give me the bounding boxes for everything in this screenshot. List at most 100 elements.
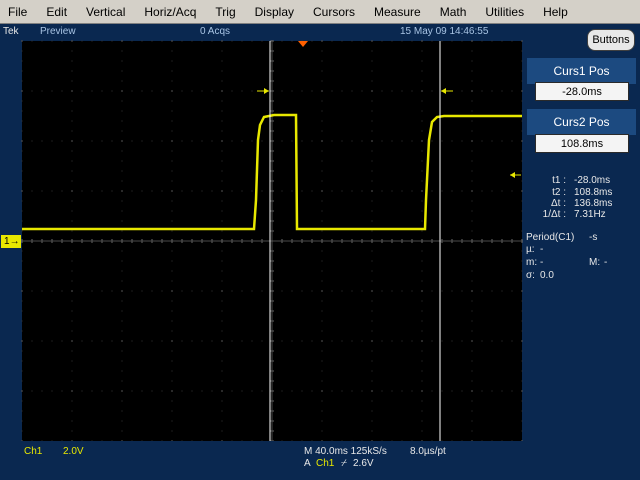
graticule-dot [121,360,123,362]
graticule-dot [331,290,333,292]
graticule-dot [371,220,373,222]
graticule-dot [421,350,423,352]
graticule-dot [491,290,493,292]
graticule-dot [171,220,173,222]
graticule-dot [361,390,363,392]
graticule-dot [301,190,303,192]
graticule-dot [321,410,323,412]
graticule-dot [421,390,423,392]
graticule-dot [321,220,323,222]
graticule-dot [481,140,483,142]
ch1-volts-div[interactable]: 2.0V [63,446,84,457]
graticule-dot [281,90,283,92]
graticule-dot [71,70,73,72]
graticule-dot [71,210,73,212]
graticule-dot [181,140,183,142]
dt-value: 136.8ms [574,198,613,209]
graticule-dot [201,140,203,142]
graticule-dot [341,290,343,292]
graticule-dot [171,340,173,342]
trigger-level[interactable]: 2.6V [353,458,374,469]
graticule-dot [421,370,423,372]
graticule-dot [421,180,423,182]
graticule-dot [21,160,23,162]
graticule-dot [121,350,123,352]
graticule-dot [421,310,423,312]
graticule-dot [291,90,293,92]
graticule-dot [491,190,493,192]
graticule-dot [21,300,23,302]
curs1-pos-value[interactable]: -28.0ms [535,82,629,101]
graticule-dot [161,190,163,192]
graticule-dot [291,140,293,142]
curs1-pos-button[interactable]: Curs1 Pos [527,58,636,84]
graticule-dot [341,340,343,342]
graticule-dot [71,330,73,332]
graticule-dot [381,190,383,192]
graticule-dot [221,130,223,132]
graticule-dot [471,140,473,142]
graticule-dot [21,340,23,342]
graticule-dot [471,300,473,302]
graticule-dot [21,230,23,232]
graticule-dot [371,60,373,62]
graticule-dot [221,360,223,362]
measurement-value: -s [589,232,598,243]
graticule-dot [151,40,153,42]
graticule-dot [81,390,83,392]
graticule-dot [431,340,433,342]
curs2-pos-value[interactable]: 108.8ms [535,134,629,153]
graticule-dot [191,40,193,42]
graticule-dot [371,330,373,332]
graticule-dot [161,90,163,92]
graticule-dot [171,400,173,402]
trigger-source[interactable]: Ch1 [316,458,334,469]
graticule-dot [451,390,453,392]
max-value: - [604,257,608,268]
ch1-ground-marker[interactable]: 1→ [1,235,21,248]
graticule-dot [321,250,323,252]
graticule-dot [171,250,173,252]
graticule-dot [501,40,503,42]
graticule-dot [171,60,173,62]
measurement-title[interactable]: Period(C1) [526,232,574,243]
graticule-dot [371,310,373,312]
graticule-dot [21,260,23,262]
graticule-dot [331,140,333,142]
graticule-dot [391,90,393,92]
graticule-dot [321,350,323,352]
graticule-dot [171,290,173,292]
ch1-label[interactable]: Ch1 [24,446,42,457]
graticule-dot [311,340,313,342]
graticule-dot [371,140,373,142]
graticule-dot [321,80,323,82]
graticule-dot [371,40,373,42]
graticule-dot [191,90,193,92]
graticule-dot [21,330,23,332]
graticule-dot [121,330,123,332]
timebase-readout[interactable]: M 40.0ms 125kS/s [304,446,387,457]
graticule-dot [301,290,303,292]
graticule-dot [171,150,173,152]
graticule-dot [21,280,23,282]
curs2-pos-button[interactable]: Curs2 Pos [527,109,636,135]
t2-label: t2 : [552,187,566,198]
graticule-dot [321,160,323,162]
graticule-dot [481,40,483,42]
graticule-dot [281,340,283,342]
graticule-dot [421,290,423,292]
graticule-dot [221,180,223,182]
graticule-dot [471,100,473,102]
graticule-dot [121,190,123,192]
graticule-dot [321,130,323,132]
graticule-dot [471,80,473,82]
graticule-dot [421,380,423,382]
graticule-dot [401,290,403,292]
graticule-dot [321,320,323,322]
graticule-dot [221,330,223,332]
graticule-dot [181,390,183,392]
graticule-dot [201,40,203,42]
graticule-dot [241,390,243,392]
graticule-dot [421,40,423,42]
graticule-dot [221,170,223,172]
